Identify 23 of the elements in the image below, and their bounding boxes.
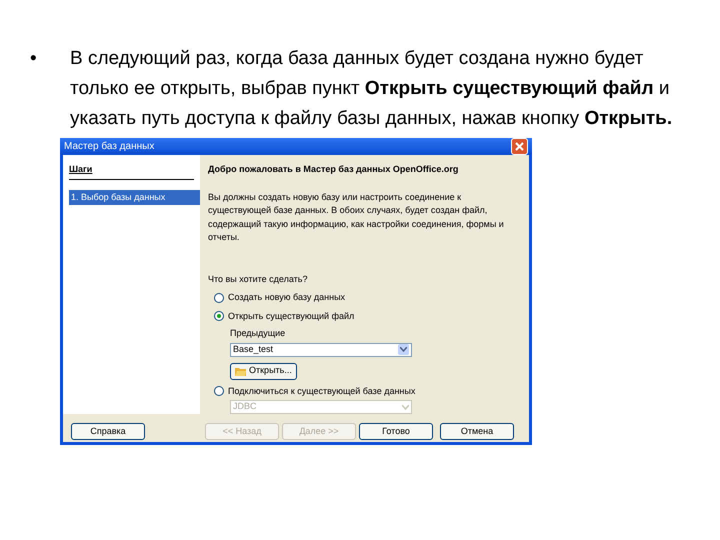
question-label: Что вы хотите сделать? xyxy=(208,272,308,286)
steps-heading: Шаги xyxy=(69,163,194,180)
dialog-button[interactable]: Готово xyxy=(359,423,433,440)
recent-file-dropdown[interactable]: Base_test xyxy=(230,342,412,356)
radio-button[interactable] xyxy=(214,292,224,303)
close-icon[interactable] xyxy=(511,138,528,155)
step-item[interactable]: 1. Выбор базы данных xyxy=(69,190,200,205)
dialog-button[interactable]: Справка xyxy=(71,423,145,440)
bullet-point: • xyxy=(30,47,38,71)
slide-paragraph: В следующий раз, когда база данных будет создана нужно будет только ее открыть, выбрав пункт Открыть существующий файл и указать путь доступа к файлу базы данных, нажав кнопку Открыть. xyxy=(70,47,674,131)
dialog-button[interactable]: Отмена xyxy=(440,423,514,440)
folder-icon xyxy=(235,366,246,376)
option-label[interactable]: Создать новую базу данных xyxy=(228,291,346,304)
radio-button[interactable] xyxy=(214,311,224,322)
recent-label: Предыдущие xyxy=(230,327,286,340)
option-label[interactable]: Подключиться к существующей базе данных xyxy=(228,384,416,398)
open-button[interactable]: Открыть... xyxy=(230,362,297,380)
dropdown-arrow-icon xyxy=(398,344,409,355)
radio-button[interactable] xyxy=(214,386,224,396)
description-text: Вы должны создать новую базу или настроить соединение к существующей базе данных. В обоих случаях, будет создан файл, содержащий такую информацию, как настройки соединения, формы и отчеты. xyxy=(208,190,505,244)
option-label[interactable]: Открыть существующий файл xyxy=(228,310,354,323)
window-title: Мастер баз данных xyxy=(64,140,154,154)
wizard-heading: Добро пожаловать в Мастер баз данных OpenOffice.org xyxy=(208,163,460,176)
